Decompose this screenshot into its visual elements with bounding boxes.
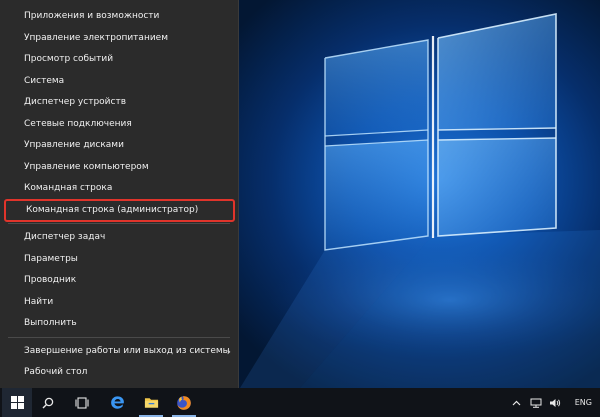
menu-item[interactable]: Проводник: [0, 270, 239, 291]
menu-item[interactable]: Система: [0, 71, 239, 92]
menu-separator: [8, 223, 230, 224]
menu-item-label: Система: [24, 75, 65, 86]
menu-item-label: Командная строка: [24, 183, 113, 193]
network-button[interactable]: [530, 388, 542, 417]
menu-item[interactable]: Завершение работы или выход из системы ›: [0, 341, 239, 362]
task-view-icon: [75, 396, 89, 409]
menu-item[interactable]: Найти: [0, 292, 239, 313]
menu-item[interactable]: Выполнить: [0, 313, 239, 334]
edge-icon: [110, 396, 124, 409]
menu-item-label: Управление дисками: [24, 140, 124, 150]
menu-item-label: Командная строка (администратор): [26, 204, 199, 215]
edge-taskbar-button[interactable]: [101, 388, 133, 417]
menu-item-label: Рабочий стол: [24, 367, 88, 377]
chevron-right-icon: ›: [226, 344, 231, 358]
menu-separator: [8, 336, 230, 338]
menu-item[interactable]: Параметры: [0, 249, 239, 270]
menu-item-label: Просмотр событий: [24, 54, 114, 64]
menu-item-label: Управление компьютером: [24, 161, 149, 172]
file-explorer-icon: [144, 398, 158, 408]
menu-item-label: Выполнить: [24, 318, 77, 328]
menu-item-label: Проводник: [24, 275, 77, 285]
menu-item[interactable]: Управление компьютером: [0, 157, 239, 178]
network-icon: [530, 398, 542, 408]
menu-item[interactable]: Диспетчер задач: [0, 227, 239, 248]
menu-item-label: Сетевые подключения: [24, 118, 132, 129]
search-icon: [42, 397, 54, 408]
firefox-icon: [177, 395, 191, 410]
menu-item-label: Приложения и возможности: [24, 11, 160, 21]
volume-icon: [550, 398, 561, 407]
menu-item-label: Завершение работы или выход из системы: [24, 345, 230, 356]
file-explorer-taskbar-button[interactable]: [135, 388, 167, 417]
tray-overflow-button[interactable]: [512, 388, 521, 417]
search-button[interactable]: [32, 388, 64, 417]
language-label: ENG: [574, 398, 592, 407]
menu-item-label: Управление электропитанием: [24, 32, 168, 43]
volume-button[interactable]: [549, 388, 561, 417]
menu-item[interactable]: Сетевые подключения: [0, 114, 239, 135]
menu-item[interactable]: Командная строка (администратор): [4, 198, 235, 222]
desktop-screen: Приложения и возможности Управление элект…: [0, 0, 600, 417]
menu-item[interactable]: Диспетчер устройств: [0, 92, 239, 113]
start-button[interactable]: [2, 388, 32, 417]
menu-item-label: Диспетчер задач: [24, 232, 106, 242]
menu-item[interactable]: Просмотр событий: [0, 49, 239, 70]
input-language-indicator[interactable]: ENG: [575, 388, 592, 417]
menu-item-label: Диспетчер устройств: [24, 97, 127, 107]
menu-item[interactable]: Приложения и возможности: [0, 6, 239, 27]
menu-item[interactable]: Рабочий стол: [0, 362, 239, 383]
menu-item[interactable]: Командная строка: [0, 178, 239, 199]
power-user-menu: Приложения и возможности Управление элект…: [0, 0, 239, 388]
menu-item[interactable]: Управление электропитанием: [0, 28, 239, 49]
menu-item-label: Параметры: [24, 253, 78, 264]
chevron-up-icon: [512, 400, 521, 405]
windows-start-icon: [10, 396, 24, 409]
menu-item[interactable]: Управление дисками: [0, 135, 239, 156]
taskbar: ENG: [0, 388, 600, 417]
menu-item-label: Найти: [24, 296, 54, 307]
firefox-taskbar-button[interactable]: [168, 388, 200, 417]
task-view-button[interactable]: [66, 388, 98, 417]
